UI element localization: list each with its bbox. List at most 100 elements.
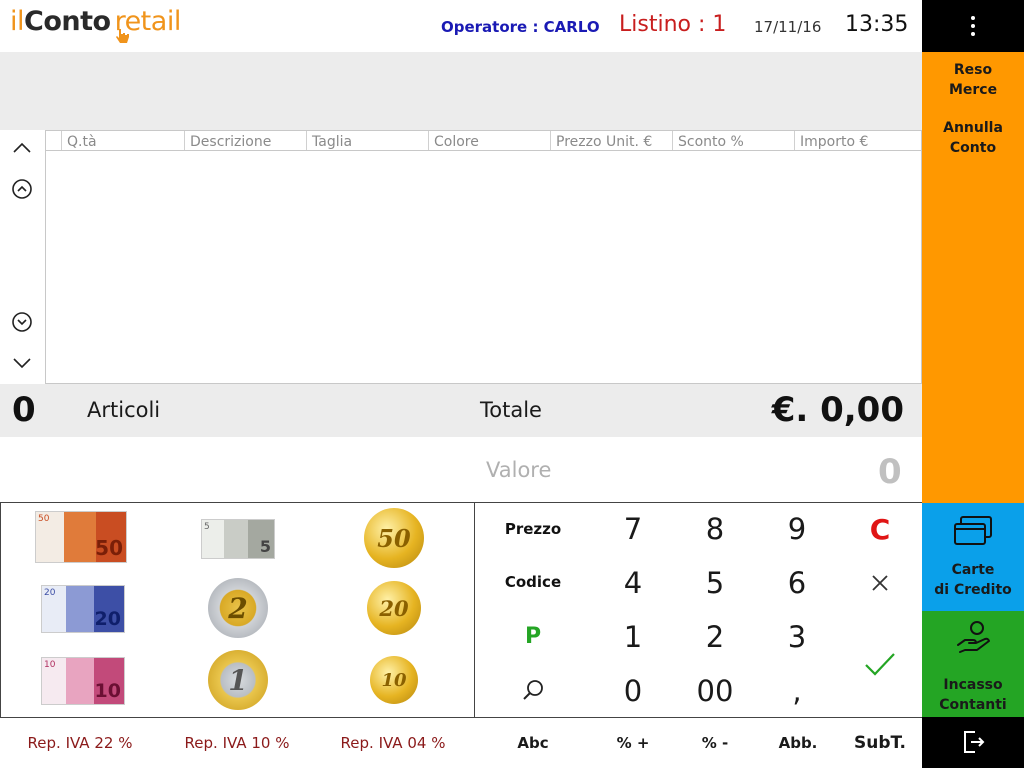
articoli-label: Articoli: [87, 398, 161, 422]
percent-minus-button[interactable]: % -: [674, 718, 756, 768]
annulla-line2: Conto: [949, 140, 997, 156]
table-header: Q.tà Descrizione Taglia Colore Prezzo Un…: [46, 131, 921, 151]
date-label: 17/11/16: [754, 18, 822, 36]
incasso-line2: Contanti: [939, 697, 1007, 713]
key-3[interactable]: 3: [756, 611, 838, 663]
rep-iva-22-button[interactable]: Rep. IVA 22 %: [0, 718, 160, 768]
coin-2-euro-button[interactable]: 2: [208, 578, 268, 638]
carte-line1: Carte: [951, 562, 995, 578]
col-prezzo: Prezzo Unit. €: [550, 131, 672, 150]
banknote-10-button[interactable]: 10 10: [41, 657, 125, 705]
credit-card-icon: [954, 516, 992, 545]
bottom-bar: Rep. IVA 22 % Rep. IVA 10 % Rep. IVA 04 …: [0, 718, 922, 768]
subtotal-button[interactable]: SubT.: [838, 718, 922, 768]
coin-50-cent-button[interactable]: 50: [364, 508, 424, 568]
col-descrizione: Descrizione: [184, 131, 306, 150]
key-7[interactable]: 7: [592, 503, 674, 555]
logout-icon: [964, 731, 985, 753]
key-1[interactable]: 1: [592, 611, 674, 663]
percent-plus-button[interactable]: % +: [592, 718, 674, 768]
note-5-small: 5: [204, 522, 210, 532]
rep-iva-22-label: Rep. IVA 22 %: [27, 734, 133, 752]
coin-1e-value: 1: [228, 663, 248, 697]
reso-merce-button[interactable]: Reso Merce: [922, 60, 1024, 100]
cash-hand-icon: [957, 621, 990, 653]
confirm-button[interactable]: [838, 611, 922, 717]
abbuono-button[interactable]: Abb.: [756, 718, 840, 768]
coin-2e-value: 2: [228, 591, 248, 625]
note-50-value: 50: [95, 536, 123, 560]
incasso-line1: Incasso: [943, 677, 1003, 693]
search-button[interactable]: [475, 663, 591, 717]
abc-button[interactable]: Abc: [475, 718, 591, 768]
banknote-20-button[interactable]: 20 20: [41, 585, 125, 633]
listino-label[interactable]: Listino : 1: [619, 12, 726, 37]
key-2[interactable]: 2: [674, 611, 756, 663]
key-8[interactable]: 8: [674, 503, 756, 555]
annulla-conto-button[interactable]: Annulla Conto: [922, 118, 1024, 158]
note-50-small: 50: [38, 514, 50, 524]
chevron-down-icon[interactable]: [11, 352, 33, 374]
operator-label: Operatore : CARLO: [441, 18, 600, 36]
col-colore: Colore: [428, 131, 550, 150]
numeric-keypad: Prezzo Codice P 7 8 9 4 5 6 1 2 3 0 00 ,…: [475, 502, 922, 718]
key-6[interactable]: 6: [756, 557, 838, 609]
banknote-5-button[interactable]: 5 5: [201, 519, 275, 559]
search-icon: [523, 680, 543, 700]
check-icon: [865, 653, 895, 676]
key-5[interactable]: 5: [674, 557, 756, 609]
rep-iva-04-label: Rep. IVA 04 %: [340, 734, 446, 752]
banknote-50-button[interactable]: 50 50: [35, 511, 127, 563]
rep-iva-10-button[interactable]: Rep. IVA 10 %: [158, 718, 316, 768]
key-9[interactable]: 9: [756, 503, 838, 555]
cancel-button[interactable]: [838, 557, 922, 609]
annulla-line1: Annulla: [943, 120, 1003, 136]
coin-10-cent-button[interactable]: 10: [370, 656, 418, 704]
incasso-contanti-button[interactable]: Incasso Contanti: [922, 611, 1024, 717]
note-5-value: 5: [259, 537, 271, 556]
cash-quick-panel: 50 50 5 5 20 20 10 10 50 2 20 1 10: [0, 502, 475, 718]
circle-chevron-down-icon[interactable]: [11, 311, 33, 333]
col-taglia: Taglia: [306, 131, 428, 150]
menu-button[interactable]: [922, 0, 1024, 52]
side-actions-panel: Reso Merce Annulla Conto: [922, 52, 1024, 503]
note-20-value: 20: [94, 608, 121, 630]
close-icon: [872, 575, 888, 591]
circle-chevron-up-icon[interactable]: [11, 178, 33, 200]
reso-line1: Reso: [953, 62, 993, 78]
hand-pointer-icon: [116, 29, 129, 43]
carte-di-credito-button[interactable]: Carte di Credito: [922, 503, 1024, 611]
kebab-dot: [971, 24, 975, 28]
exit-button[interactable]: [922, 717, 1024, 768]
note-10-small: 10: [44, 660, 56, 670]
info-bar: [0, 52, 922, 130]
chevron-up-icon[interactable]: [11, 137, 33, 159]
key-0[interactable]: 0: [592, 665, 674, 717]
totale-label: Totale: [480, 398, 542, 422]
reso-line2: Merce: [948, 82, 998, 98]
item-table[interactable]: Q.tà Descrizione Taglia Colore Prezzo Un…: [45, 130, 922, 384]
note-10-value: 10: [94, 680, 121, 702]
col-importo: Importo €: [794, 131, 921, 150]
col-quantita: Q.tà: [61, 131, 184, 150]
clear-button[interactable]: C: [838, 503, 922, 555]
carte-line2: di Credito: [934, 582, 1012, 598]
coin-10c-value: 10: [381, 669, 407, 691]
coin-20-cent-button[interactable]: 20: [367, 581, 421, 635]
time-label: 13:35: [845, 12, 909, 37]
codice-button[interactable]: Codice: [475, 555, 591, 609]
p-button[interactable]: P: [475, 609, 591, 663]
rep-iva-04-button[interactable]: Rep. IVA 04 %: [314, 718, 472, 768]
valore-value: 0: [878, 452, 902, 492]
key-comma[interactable]: ,: [756, 665, 838, 717]
prezzo-button[interactable]: Prezzo: [475, 503, 591, 555]
app-logo: ilConto retail: [10, 6, 181, 46]
coin-20c-value: 20: [379, 595, 409, 621]
key-4[interactable]: 4: [592, 557, 674, 609]
coin-1-euro-button[interactable]: 1: [208, 650, 268, 710]
valore-label: Valore: [486, 458, 552, 482]
coin-50c-value: 50: [377, 523, 411, 553]
note-20-small: 20: [44, 588, 56, 598]
total-amount: €. 0,00: [771, 390, 904, 430]
key-00[interactable]: 00: [674, 665, 756, 717]
